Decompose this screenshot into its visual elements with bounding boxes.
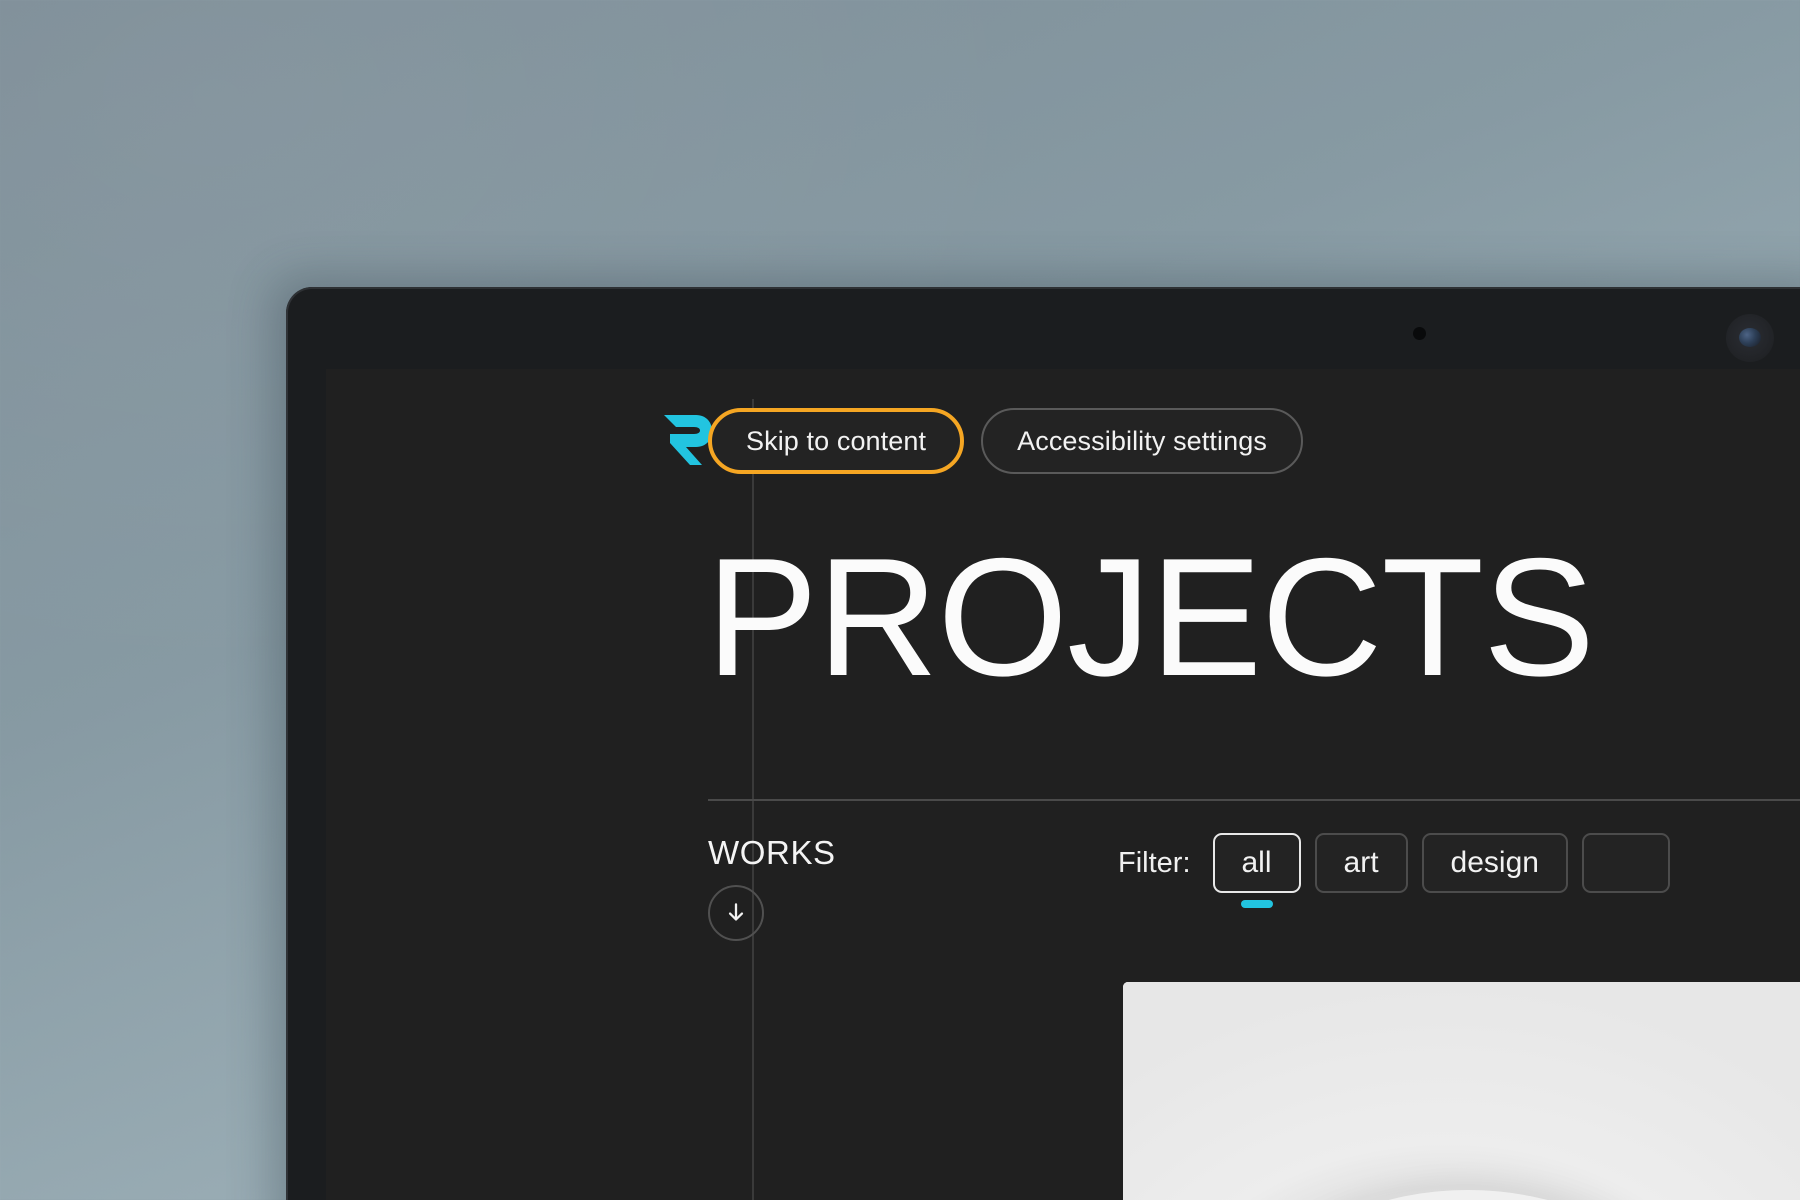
project-image: 02 03 04 05 <box>1123 982 1800 1200</box>
filter-chip-all[interactable]: all <box>1212 833 1301 893</box>
page-title: PROJECTS <box>706 523 1595 711</box>
filter-group: Filter: all art design <box>1118 833 1670 893</box>
scroll-down-button[interactable] <box>708 885 764 941</box>
filter-chip-overflow[interactable] <box>1581 833 1670 893</box>
works-section-label: WORKS <box>708 834 836 871</box>
arrow-down-icon <box>728 903 744 921</box>
dial-ring-outer <box>1148 1190 1788 1200</box>
skip-to-content-button[interactable]: Skip to content <box>708 408 965 474</box>
accessibility-settings-button[interactable]: Accessibility settings <box>981 408 1303 474</box>
accessibility-toolbar: Skip to content Accessibility settings <box>708 408 1303 474</box>
filter-label: Filter: <box>1118 846 1191 879</box>
project-thumbnail-dial[interactable]: 02 03 04 05 <box>1123 982 1800 1200</box>
screen-viewport: Skip to content Accessibility settings P… <box>326 369 1800 1200</box>
webcam-dot-icon <box>1413 327 1426 340</box>
filter-chip-design[interactable]: design <box>1421 833 1568 893</box>
filter-chip-art[interactable]: art <box>1314 833 1408 893</box>
title-divider <box>708 799 1800 801</box>
camera-lens-icon <box>1726 314 1774 362</box>
